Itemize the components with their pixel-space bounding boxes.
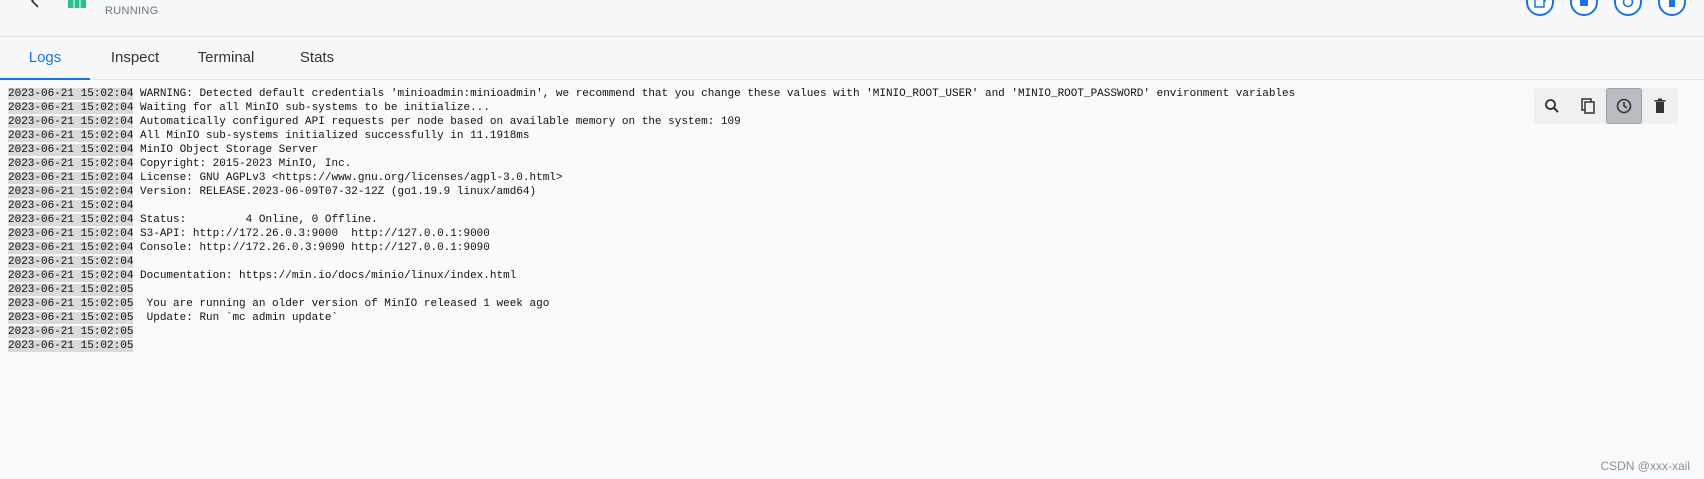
log-message: WARNING: Detected default credentials 'm… — [140, 88, 1296, 100]
log-viewer[interactable]: 2023-06-21 15:02:04 WARNING: Detected de… — [0, 80, 1704, 479]
tab-inspect[interactable]: Inspect — [100, 37, 170, 79]
tab-terminal[interactable]: Terminal — [190, 37, 262, 79]
log-line: 2023-06-21 15:02:05 — [8, 325, 1295, 339]
log-timestamp: 2023-06-21 15:02:04 — [8, 130, 134, 142]
log-message: Update: Run `mc admin update` — [140, 312, 339, 324]
log-timestamp: 2023-06-21 15:02:04 — [8, 228, 134, 240]
delete-icon — [1669, 0, 1675, 7]
tab-stats[interactable]: Stats — [292, 37, 342, 79]
open-external-icon — [1534, 0, 1546, 8]
log-timestamp: 2023-06-21 15:02:04 — [8, 116, 134, 128]
restart-icon — [1622, 0, 1634, 8]
log-line: 2023-06-21 15:02:04 Status: 4 Online, 0 … — [8, 213, 1295, 227]
log-line: 2023-06-21 15:02:04 — [8, 199, 1295, 213]
open-in-browser-button[interactable] — [1526, 0, 1554, 16]
toggle-timestamps-button[interactable] — [1606, 88, 1642, 124]
container-icon — [68, 0, 86, 8]
search-icon — [1545, 99, 1559, 113]
log-timestamp: 2023-06-21 15:02:05 — [8, 284, 134, 296]
log-timestamp: 2023-06-21 15:02:04 — [8, 102, 134, 114]
log-line: 2023-06-21 15:02:04 Waiting for all MinI… — [8, 101, 1295, 115]
log-timestamp: 2023-06-21 15:02:05 — [8, 298, 134, 310]
stop-button[interactable] — [1570, 0, 1598, 16]
log-message: S3-API: http://172.26.0.3:9000 http://12… — [140, 228, 490, 240]
log-line: 2023-06-21 15:02:04 Automatically config… — [8, 115, 1295, 129]
log-message: Waiting for all MinIO sub-systems to be … — [140, 102, 490, 114]
search-logs-button[interactable] — [1534, 88, 1570, 124]
log-timestamp: 2023-06-21 15:02:04 — [8, 256, 134, 268]
log-message: Console: http://172.26.0.3:9090 http://1… — [140, 242, 490, 254]
log-lines: 2023-06-21 15:02:04 WARNING: Detected de… — [8, 87, 1295, 353]
log-timestamp: 2023-06-21 15:02:05 — [8, 326, 134, 338]
copy-logs-button[interactable] — [1570, 88, 1606, 124]
log-timestamp: 2023-06-21 15:02:04 — [8, 88, 134, 100]
log-message: Documentation: https://min.io/docs/minio… — [140, 270, 517, 282]
log-message: All MinIO sub-systems initialized succes… — [140, 130, 530, 142]
trash-icon — [1654, 98, 1666, 113]
log-line: 2023-06-21 15:02:05 — [8, 339, 1295, 353]
delete-container-button[interactable] — [1658, 0, 1686, 16]
log-message: Automatically configured API requests pe… — [140, 116, 741, 128]
copy-icon — [1581, 98, 1595, 114]
log-message: License: GNU AGPLv3 <https://www.gnu.org… — [140, 172, 563, 184]
log-line: 2023-06-21 15:02:04 S3-API: http://172.2… — [8, 227, 1295, 241]
log-line: 2023-06-21 15:02:04 Console: http://172.… — [8, 241, 1295, 255]
log-line: 2023-06-21 15:02:04 Copyright: 2015-2023… — [8, 157, 1295, 171]
log-line: 2023-06-21 15:02:04 Version: RELEASE.202… — [8, 185, 1295, 199]
log-line: 2023-06-21 15:02:04 MinIO Object Storage… — [8, 143, 1295, 157]
log-timestamp: 2023-06-21 15:02:04 — [8, 172, 134, 184]
log-message: Status: 4 Online, 0 Offline. — [140, 214, 378, 226]
log-line: 2023-06-21 15:02:05 You are running an o… — [8, 297, 1295, 311]
log-timestamp: 2023-06-21 15:02:04 — [8, 186, 134, 198]
log-timestamp: 2023-06-21 15:02:04 — [8, 200, 134, 212]
clock-icon — [1616, 98, 1632, 114]
log-toolbar — [1534, 88, 1678, 124]
container-header: RUNNING — [0, 0, 1704, 37]
log-line: 2023-06-21 15:02:04 License: GNU AGPLv3 … — [8, 171, 1295, 185]
log-timestamp: 2023-06-21 15:02:05 — [8, 312, 134, 324]
log-message: MinIO Object Storage Server — [140, 144, 319, 156]
tab-bar: Logs Inspect Terminal Stats — [0, 37, 1704, 80]
log-line: 2023-06-21 15:02:05 Update: Run `mc admi… — [8, 311, 1295, 325]
log-timestamp: 2023-06-21 15:02:04 — [8, 158, 134, 170]
log-timestamp: 2023-06-21 15:02:04 — [8, 214, 134, 226]
stop-icon — [1580, 0, 1588, 6]
watermark: CSDN @xxx-xail — [1600, 459, 1690, 473]
log-timestamp: 2023-06-21 15:02:04 — [8, 144, 134, 156]
log-line: 2023-06-21 15:02:04 All MinIO sub-system… — [8, 129, 1295, 143]
log-line: 2023-06-21 15:02:04 — [8, 255, 1295, 269]
log-line: 2023-06-21 15:02:04 Documentation: https… — [8, 269, 1295, 283]
clear-logs-button[interactable] — [1642, 88, 1678, 124]
tab-logs[interactable]: Logs — [0, 37, 90, 80]
log-line: 2023-06-21 15:02:04 WARNING: Detected de… — [8, 87, 1295, 101]
status-label: RUNNING — [105, 5, 159, 17]
log-message: You are running an older version of MinI… — [140, 298, 550, 310]
log-message: Version: RELEASE.2023-06-09T07-32-12Z (g… — [140, 186, 537, 198]
back-arrow-icon[interactable] — [28, 0, 42, 8]
log-line: 2023-06-21 15:02:05 — [8, 283, 1295, 297]
log-timestamp: 2023-06-21 15:02:05 — [8, 340, 134, 352]
header-actions — [1526, 0, 1686, 16]
restart-button[interactable] — [1614, 0, 1642, 16]
log-timestamp: 2023-06-21 15:02:04 — [8, 242, 134, 254]
log-message: Copyright: 2015-2023 MinIO, Inc. — [140, 158, 352, 170]
log-timestamp: 2023-06-21 15:02:04 — [8, 270, 134, 282]
